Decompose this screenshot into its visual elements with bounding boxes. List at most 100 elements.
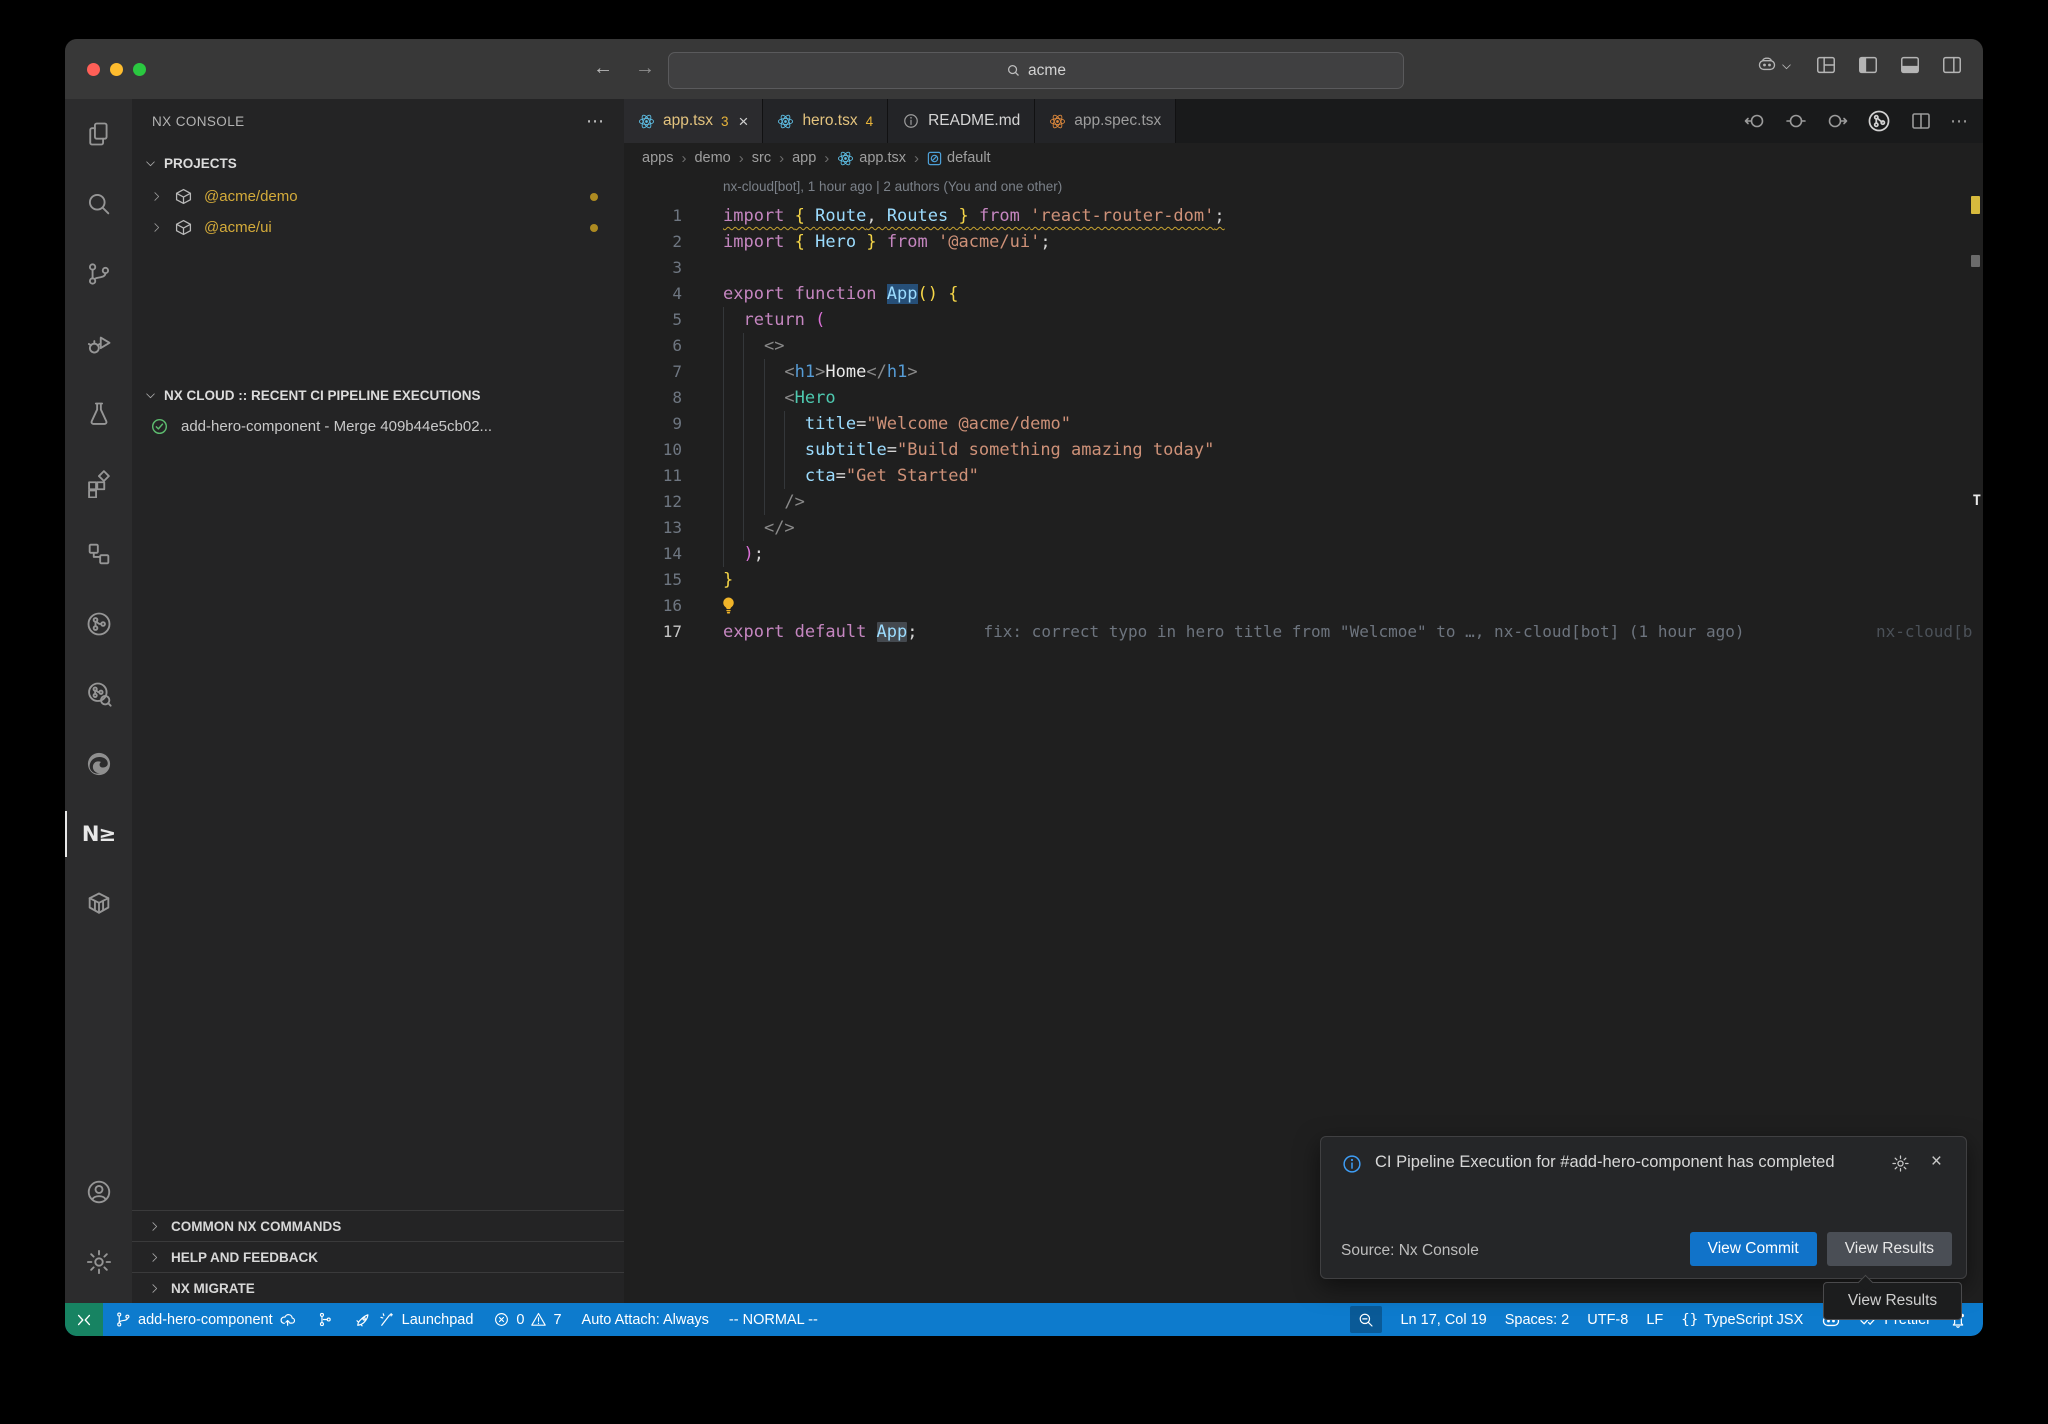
extensions-icon[interactable] (65, 449, 132, 519)
run-debug-icon[interactable] (65, 309, 132, 379)
language-mode[interactable]: {}TypeScript JSX (1681, 1312, 1803, 1328)
tooltip-view-results: View Results (1823, 1282, 1962, 1320)
project-item-acmedemo[interactable]: @acme/demo (132, 181, 624, 212)
layout-grid-icon[interactable] (1815, 54, 1837, 76)
nx-icon[interactable]: N≥ (65, 799, 132, 869)
titlebar: ← → acme (65, 39, 1983, 100)
code-line-8: 8 <Hero (624, 385, 1983, 411)
breadcrumb-app[interactable]: app (792, 150, 816, 166)
gear-icon[interactable] (1891, 1154, 1910, 1173)
panel-left-icon[interactable] (1857, 54, 1879, 76)
vim-mode-status[interactable]: -- NORMAL -- (729, 1312, 818, 1328)
command-center-search[interactable]: acme (668, 52, 1404, 89)
tab-README.md[interactable]: README.md (888, 99, 1035, 143)
tab-hero.tsx[interactable]: hero.tsx4 (763, 99, 888, 143)
sidebar-header: NX CONSOLE ⋯ (132, 99, 624, 143)
package-icon (175, 188, 192, 205)
back-arrow-icon[interactable]: ← (593, 57, 613, 80)
testing-icon[interactable] (65, 379, 132, 449)
eol[interactable]: LF (1646, 1312, 1663, 1328)
maximize-window-button[interactable] (133, 63, 146, 76)
graph-search-icon[interactable] (65, 659, 132, 729)
chevron-right-icon (148, 1282, 161, 1295)
search-icon[interactable] (65, 169, 132, 239)
traffic-lights (87, 63, 146, 76)
copilot-menu[interactable] (1757, 54, 1793, 79)
tab-app.tsx[interactable]: app.tsx3× (624, 99, 763, 143)
breadcrumb-demo[interactable]: demo (694, 150, 730, 166)
breadcrumb-label: apps (642, 150, 673, 166)
line-number: 8 (624, 385, 682, 411)
close-window-button[interactable] (87, 63, 100, 76)
line-content: <h1>Home</h1> (723, 359, 918, 385)
line-number: 10 (624, 437, 682, 463)
line-number: 17 (624, 619, 682, 645)
error-circle-icon (493, 1311, 510, 1328)
nav-back-circle-icon[interactable] (1743, 109, 1767, 133)
nav-circle-icon[interactable] (1784, 109, 1808, 133)
minimize-window-button[interactable] (110, 63, 123, 76)
branch-status[interactable]: add-hero-component (115, 1311, 297, 1329)
breadcrumb: apps›demo›src›app›app.tsx›default (624, 143, 1983, 173)
source-control-icon[interactable] (65, 239, 132, 309)
panel-bottom-icon[interactable] (1899, 54, 1921, 76)
breadcrumb-src[interactable]: src (752, 150, 771, 166)
status-label: 7 (553, 1312, 561, 1328)
remote-indicator[interactable] (65, 1303, 103, 1336)
code-line-16: 16 (624, 593, 1983, 619)
account-icon[interactable] (65, 1157, 132, 1227)
section-nx-cloud[interactable]: NX CLOUD :: RECENT CI PIPELINE EXECUTION… (144, 381, 481, 409)
settings-icon[interactable] (65, 1227, 132, 1297)
panel-right-icon[interactable] (1941, 54, 1963, 76)
breadcrumb-label: app.tsx (859, 150, 906, 166)
warning-triangle-icon (530, 1311, 547, 1328)
status-label: -- NORMAL -- (729, 1312, 818, 1328)
run-graph-icon[interactable] (1866, 108, 1892, 134)
close-icon[interactable]: × (1931, 1152, 1942, 1171)
editor-group: app.tsx3×hero.tsx4README.mdapp.spec.tsx … (624, 99, 1983, 1303)
explorer-icon[interactable] (65, 99, 132, 169)
nav-forward-circle-icon[interactable] (1825, 109, 1849, 133)
indentation[interactable]: Spaces: 2 (1505, 1312, 1570, 1328)
remote-icon (74, 1310, 94, 1330)
view-commit-button[interactable]: View Commit (1690, 1232, 1817, 1266)
line-number: 12 (624, 489, 682, 515)
cursor-position[interactable]: Ln 17, Col 19 (1400, 1312, 1486, 1328)
problems-status[interactable]: 07 (493, 1311, 561, 1328)
breadcrumb-label: app (792, 150, 816, 166)
code-area[interactable]: nx-cloud[bot], 1 hour ago | 2 authors (Y… (624, 173, 1983, 1303)
line-content: import { Route, Routes } from 'react-rou… (723, 203, 1225, 229)
split-editor-icon[interactable] (1909, 109, 1933, 133)
section-nx-migrate[interactable]: NX MIGRATE (132, 1272, 624, 1304)
launchpad-status[interactable]: Launchpad (354, 1311, 474, 1329)
breadcrumb-apps[interactable]: apps (642, 150, 673, 166)
breadcrumb-app.tsx[interactable]: app.tsx (837, 150, 906, 167)
problems-badge: 3 (721, 114, 729, 129)
section-nx-cloud-label: NX CLOUD :: RECENT CI PIPELINE EXECUTION… (164, 388, 481, 403)
more-icon[interactable]: ⋯ (1950, 111, 1969, 132)
overview-ruler-t-mark: T (1973, 493, 1981, 509)
section-help-and-feedback[interactable]: HELP AND FEEDBACK (132, 1241, 624, 1273)
breadcrumb-separator: › (779, 150, 784, 167)
pipeline-execution-item[interactable]: add-hero-component - Merge 409b44e5cb02.… (132, 411, 624, 442)
close-icon[interactable]: × (739, 113, 749, 130)
tab-app.spec.tsx[interactable]: app.spec.tsx (1035, 99, 1176, 143)
section-projects[interactable]: PROJECTS (144, 149, 237, 177)
project-item-acmeui[interactable]: @acme/ui (132, 212, 624, 243)
view-results-button[interactable]: View Results (1827, 1232, 1952, 1266)
breadcrumb-default[interactable]: default (927, 150, 991, 166)
more-actions-icon[interactable]: ⋯ (586, 111, 606, 132)
zoom-indicator[interactable] (1350, 1306, 1382, 1333)
edge-browser-icon[interactable] (65, 729, 132, 799)
encoding[interactable]: UTF-8 (1587, 1312, 1628, 1328)
code-line-9: 9 title="Welcome @acme/demo" (624, 411, 1983, 437)
section-common-nx-commands[interactable]: COMMON NX COMMANDS (132, 1210, 624, 1242)
project-structure-icon[interactable] (65, 519, 132, 589)
forward-arrow-icon[interactable]: → (635, 57, 655, 80)
notification-source: Source: Nx Console (1341, 1242, 1479, 1260)
auto-attach-status[interactable]: Auto Attach: Always (582, 1312, 709, 1328)
container-icon[interactable] (65, 869, 132, 939)
graph-circle-icon[interactable] (65, 589, 132, 659)
git-graph-status[interactable] (317, 1311, 334, 1328)
search-value: acme (1028, 62, 1066, 80)
